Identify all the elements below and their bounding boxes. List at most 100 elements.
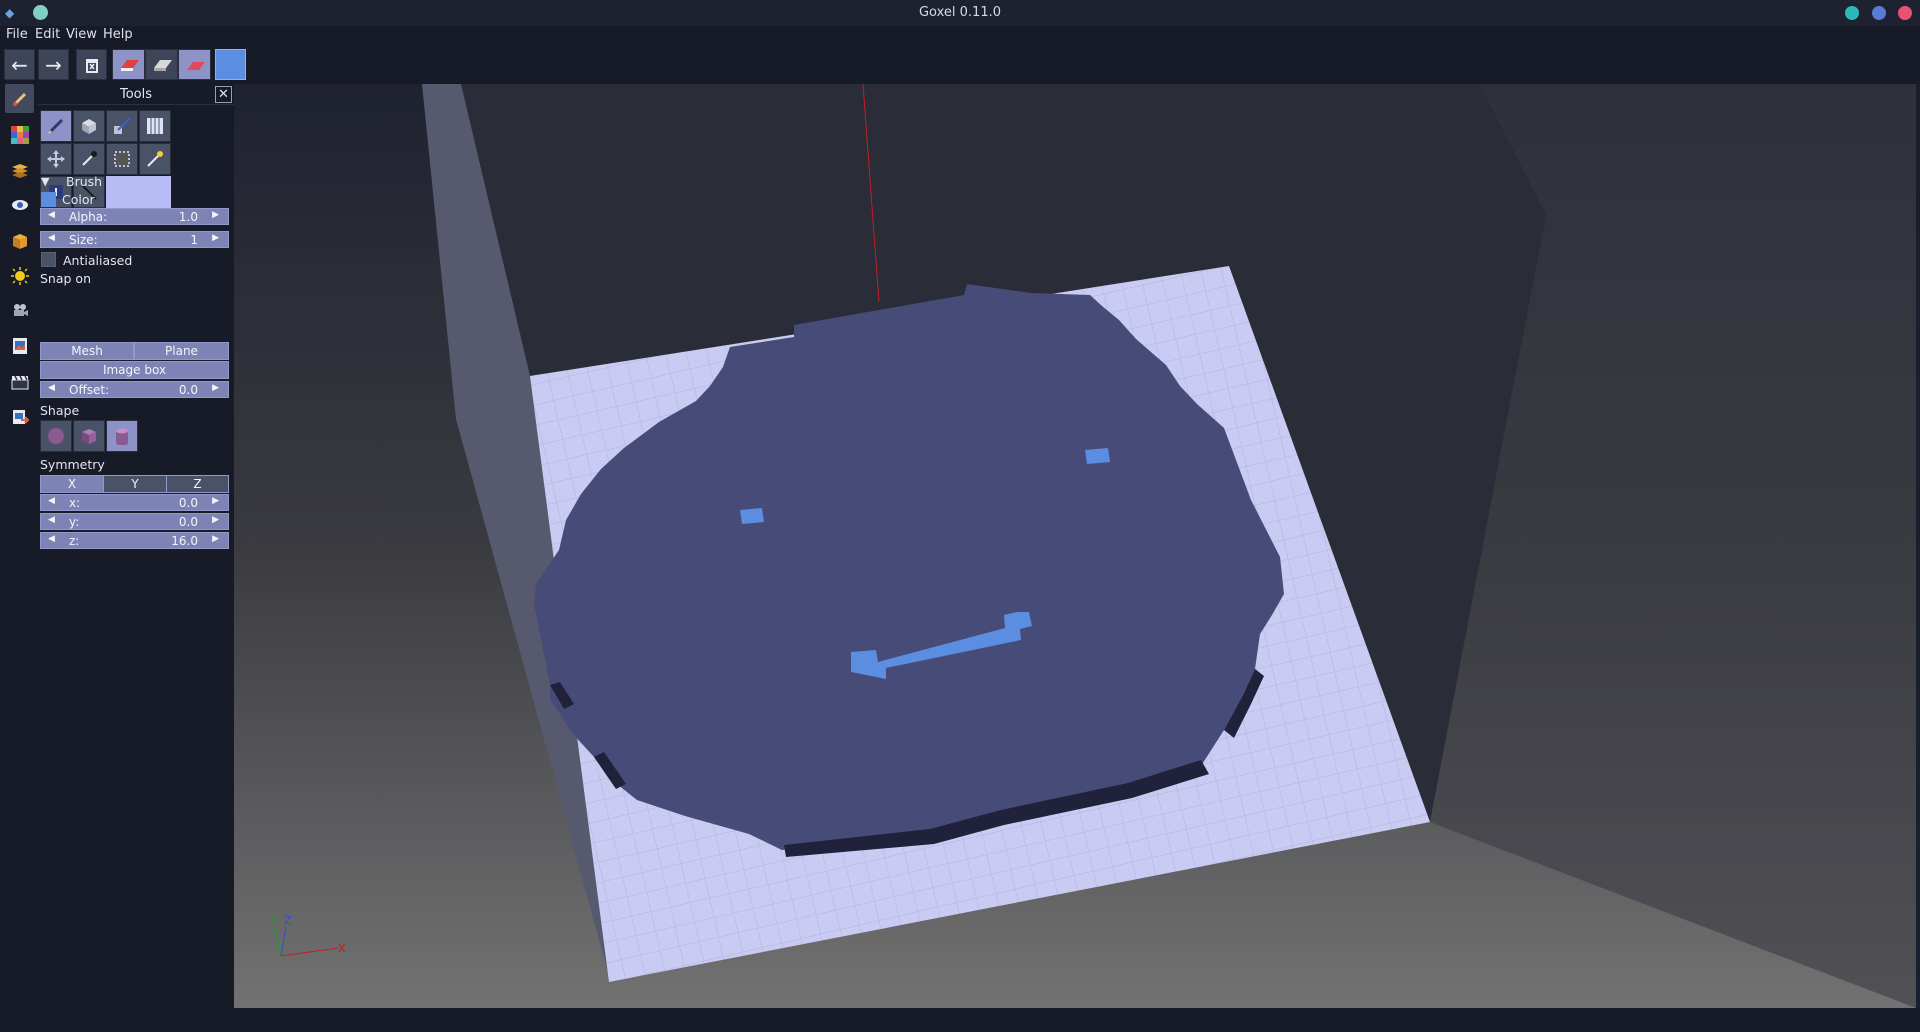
- snap-plane-button[interactable]: Plane: [134, 342, 229, 360]
- eraser-add-icon: [120, 59, 139, 71]
- decrement-arrow-icon[interactable]: ◀: [48, 496, 55, 506]
- tool-selection[interactable]: [106, 143, 138, 175]
- shape-cube-button[interactable]: [73, 420, 105, 452]
- image-icon: [12, 337, 27, 354]
- sidebar-image[interactable]: [5, 331, 34, 360]
- tool-move[interactable]: [40, 143, 72, 175]
- alpha-field[interactable]: ◀ Alpha: 1.0 ▶: [40, 208, 229, 225]
- shape-cylinder-button[interactable]: [106, 420, 138, 452]
- menu-edit[interactable]: Edit: [35, 27, 60, 42]
- menu-help[interactable]: Help: [103, 27, 133, 42]
- tool-magic-wand[interactable]: [139, 143, 171, 175]
- selection-icon: [114, 151, 130, 167]
- symmetry-x-value: 0.0: [178, 496, 198, 510]
- mode-paint-button[interactable]: [178, 49, 211, 80]
- current-color-swatch[interactable]: [215, 49, 246, 80]
- offset-value: 0.0: [178, 383, 198, 397]
- alpha-value: 1.0: [178, 210, 198, 224]
- symmetry-y-field[interactable]: ◀ y: 0.0 ▶: [40, 513, 229, 530]
- tool-brush[interactable]: [40, 110, 72, 142]
- laser-icon: [114, 117, 131, 134]
- size-label: Size:: [69, 233, 98, 247]
- layers-icon: [11, 163, 28, 178]
- decrement-arrow-icon[interactable]: ◀: [48, 534, 55, 544]
- sidebar-view[interactable]: [5, 190, 34, 219]
- increment-arrow-icon[interactable]: ▶: [212, 383, 219, 393]
- symmetry-z-value: 16.0: [171, 534, 198, 548]
- maximize-button[interactable]: [1872, 6, 1886, 20]
- collapse-triangle-icon[interactable]: ▼: [41, 175, 49, 188]
- shape-sphere-button[interactable]: [40, 420, 72, 452]
- menu-file[interactable]: File: [6, 27, 28, 42]
- cube-shape-icon: [82, 429, 96, 444]
- symmetry-x-field[interactable]: ◀ x: 0.0 ▶: [40, 494, 229, 511]
- symmetry-z-toggle[interactable]: Z: [166, 475, 229, 493]
- offset-label: Offset:: [69, 383, 110, 397]
- increment-arrow-icon[interactable]: ▶: [212, 496, 219, 506]
- sidebar-light[interactable]: [5, 261, 34, 290]
- sidebar: [0, 84, 38, 1008]
- size-value: 1: [190, 233, 198, 247]
- sidebar-animation[interactable]: [5, 367, 34, 396]
- snap-image-box-button[interactable]: Image box: [40, 361, 229, 379]
- block-icon: [82, 119, 96, 134]
- antialiased-checkbox[interactable]: [41, 252, 56, 267]
- arrow-left-icon: ←: [11, 52, 28, 77]
- tool-plane[interactable]: [139, 110, 171, 142]
- offset-field[interactable]: ◀ Offset: 0.0 ▶: [40, 381, 229, 398]
- sidebar-camera[interactable]: [5, 296, 34, 325]
- menu-view[interactable]: View: [66, 27, 97, 42]
- decrement-arrow-icon[interactable]: ◀: [48, 233, 55, 243]
- sidebar-cube[interactable]: [5, 226, 34, 255]
- axis-y-label: Y: [269, 914, 277, 927]
- increment-arrow-icon[interactable]: ▶: [212, 534, 219, 544]
- size-field[interactable]: ◀ Size: 1 ▶: [40, 231, 229, 248]
- shape-section-label: Shape: [40, 403, 80, 418]
- sidebar-export[interactable]: [5, 402, 34, 431]
- snap-mesh-button[interactable]: Mesh: [40, 342, 134, 360]
- mode-sub-button[interactable]: [145, 49, 178, 80]
- tools-empty-slot: [106, 176, 171, 208]
- increment-arrow-icon[interactable]: ▶: [212, 210, 219, 220]
- antialiased-label: Antialiased: [63, 253, 133, 268]
- close-panel-button[interactable]: ✕: [215, 86, 232, 103]
- status-bar: [0, 1008, 1920, 1032]
- color-swatch[interactable]: [41, 192, 56, 207]
- undo-button[interactable]: ←: [4, 49, 35, 80]
- window-title: Goxel 0.11.0: [918, 5, 1001, 20]
- increment-arrow-icon[interactable]: ▶: [212, 515, 219, 525]
- axis-z-label: Z: [284, 914, 292, 927]
- clapperboard-icon: [11, 375, 28, 389]
- symmetry-y-label: y:: [69, 515, 80, 529]
- sidebar-tools[interactable]: [5, 84, 34, 113]
- sun-icon: [10, 266, 29, 285]
- move-arrows-icon: [47, 150, 65, 168]
- mode-add-button[interactable]: [112, 49, 145, 80]
- clear-button[interactable]: [76, 49, 107, 80]
- pencil-icon: [48, 118, 64, 134]
- symmetry-y-toggle[interactable]: Y: [103, 475, 167, 493]
- trash-icon: [85, 58, 98, 73]
- panel-title: Tools: [38, 84, 234, 105]
- decrement-arrow-icon[interactable]: ◀: [48, 383, 55, 393]
- brush-icon: [12, 92, 26, 106]
- eraser-sub-icon: [153, 59, 172, 71]
- alpha-label: Alpha:: [69, 210, 108, 224]
- symmetry-x-toggle[interactable]: X: [40, 475, 104, 493]
- symmetry-z-field[interactable]: ◀ z: 16.0 ▶: [40, 532, 229, 549]
- tool-shape[interactable]: [73, 110, 105, 142]
- tool-pick-color[interactable]: [73, 143, 105, 175]
- decrement-arrow-icon[interactable]: ◀: [48, 210, 55, 220]
- viewport-3d[interactable]: X Y Z: [234, 83, 1916, 1008]
- voxel-eye-left: [740, 508, 764, 524]
- decrement-arrow-icon[interactable]: ◀: [48, 515, 55, 525]
- increment-arrow-icon[interactable]: ▶: [212, 233, 219, 243]
- tool-laser[interactable]: [106, 110, 138, 142]
- sidebar-palette[interactable]: [5, 120, 34, 149]
- viewport-canvas[interactable]: X Y Z: [234, 83, 1916, 1008]
- title-bar: ◆ Goxel 0.11.0: [0, 0, 1920, 26]
- close-button[interactable]: [1898, 6, 1912, 20]
- redo-button[interactable]: →: [38, 49, 69, 80]
- sidebar-layers[interactable]: [5, 155, 34, 184]
- minimize-button[interactable]: [1845, 6, 1859, 20]
